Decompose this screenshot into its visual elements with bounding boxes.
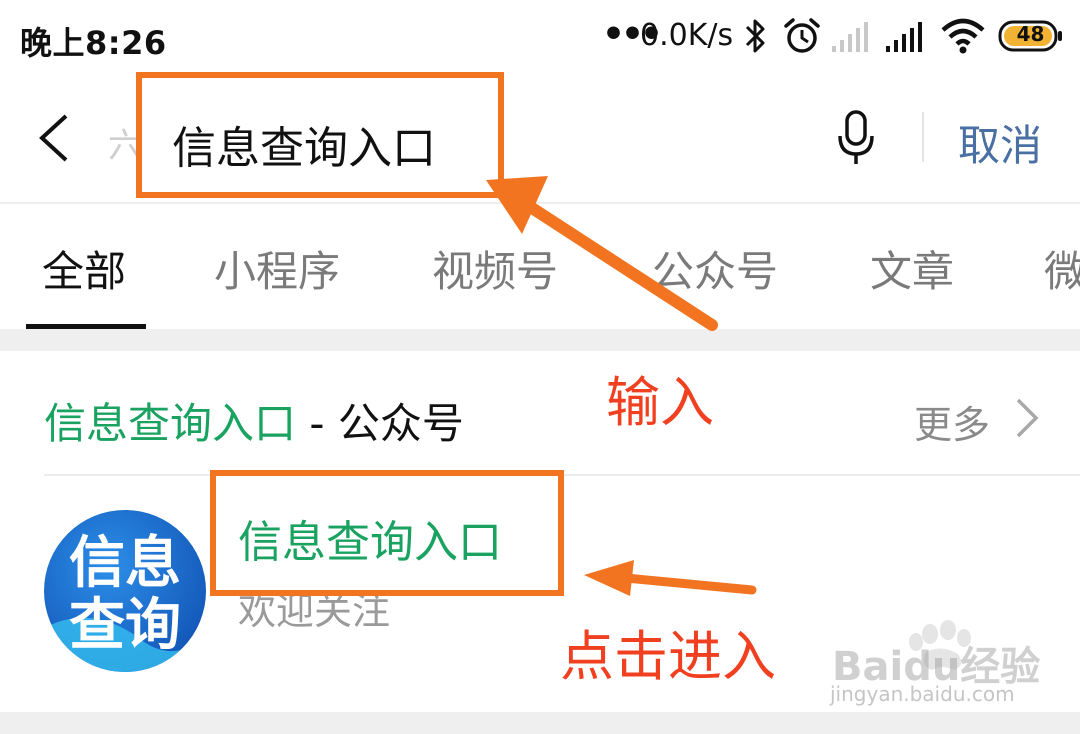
- annotation-label-input: 输入: [606, 371, 714, 434]
- watermark-url: jingyan.baidu.com: [830, 682, 1015, 706]
- annotation-arrow-click: [584, 560, 757, 596]
- annotation-arrow-input: [486, 176, 718, 331]
- annotation-label-click: 点击进入: [560, 625, 776, 688]
